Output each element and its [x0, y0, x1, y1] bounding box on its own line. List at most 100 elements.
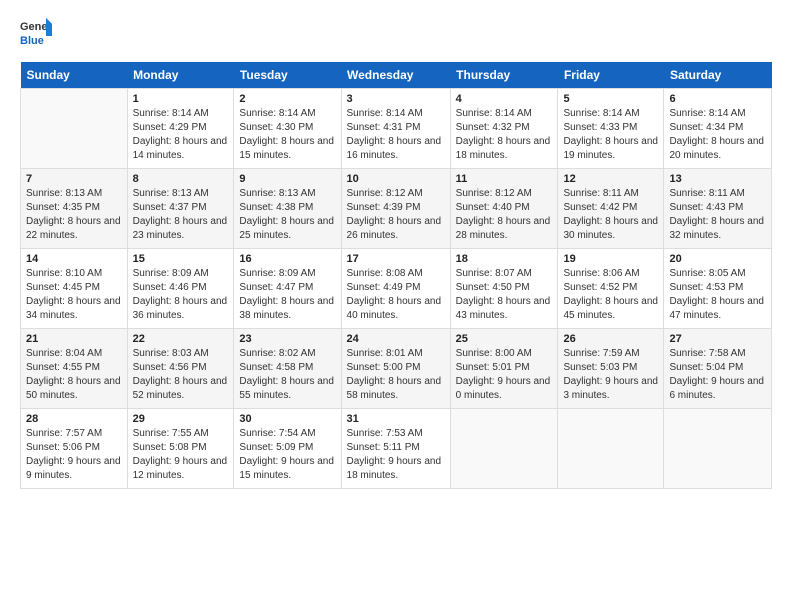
- calendar-cell: 20 Sunrise: 8:05 AMSunset: 4:53 PMDayligh…: [664, 249, 772, 329]
- calendar-cell: 16 Sunrise: 8:09 AMSunset: 4:47 PMDayligh…: [234, 249, 341, 329]
- calendar-cell: 8 Sunrise: 8:13 AMSunset: 4:37 PMDaylight…: [127, 169, 234, 249]
- day-number: 26: [563, 333, 658, 345]
- day-info: Sunrise: 8:14 AMSunset: 4:32 PMDaylight:…: [456, 107, 553, 163]
- calendar-cell: 15Sunrise: 8:09 AMSunset: 4:46 PMDayligh…: [127, 249, 234, 329]
- day-info: Sunrise: 8:13 AMSunset: 4:35 PMDaylight:…: [26, 187, 122, 243]
- day-number: 17: [347, 253, 445, 265]
- week-row-4: 21 Sunrise: 8:04 AMSunset: 4:55 PMDayligh…: [21, 329, 772, 409]
- day-info: Sunrise: 8:14 AMSunset: 4:31 PMDaylight:…: [347, 107, 445, 163]
- day-info: Sunrise: 8:04 AMSunset: 4:55 PMDaylight:…: [26, 347, 122, 403]
- day-number: 22: [133, 333, 229, 345]
- calendar-cell: 4 Sunrise: 8:14 AMSunset: 4:32 PMDaylight…: [450, 89, 558, 169]
- calendar-cell: 1 Sunrise: 8:14 AMSunset: 4:29 PMDaylight…: [127, 89, 234, 169]
- day-info: Sunrise: 8:14 AMSunset: 4:29 PMDaylight:…: [133, 107, 229, 163]
- calendar-cell: 6 Sunrise: 8:14 AMSunset: 4:34 PMDaylight…: [664, 89, 772, 169]
- day-info: Sunrise: 8:03 AMSunset: 4:56 PMDaylight:…: [133, 347, 229, 403]
- calendar-cell: 23 Sunrise: 8:02 AMSunset: 4:58 PMDayligh…: [234, 329, 341, 409]
- header: General Blue: [20, 16, 772, 52]
- day-number: 12: [563, 173, 658, 185]
- day-info: Sunrise: 8:10 AMSunset: 4:45 PMDaylight:…: [26, 267, 122, 323]
- day-info: Sunrise: 8:01 AMSunset: 5:00 PMDaylight:…: [347, 347, 445, 403]
- calendar-cell: [664, 409, 772, 489]
- calendar-cell: 18Sunrise: 8:07 AMSunset: 4:50 PMDayligh…: [450, 249, 558, 329]
- calendar-cell: 3 Sunrise: 8:14 AMSunset: 4:31 PMDaylight…: [341, 89, 450, 169]
- day-number: 30: [239, 413, 335, 425]
- svg-text:Blue: Blue: [20, 35, 44, 47]
- calendar-page: General Blue SundayMondayTuesdayWednesda…: [0, 0, 792, 612]
- day-number: 19: [563, 253, 658, 265]
- calendar-cell: [558, 409, 664, 489]
- day-number: 16: [239, 253, 335, 265]
- day-number: 20: [669, 253, 766, 265]
- weekday-header-monday: Monday: [127, 62, 234, 89]
- day-number: 31: [347, 413, 445, 425]
- day-number: 6: [669, 93, 766, 105]
- day-info: Sunrise: 8:09 AMSunset: 4:46 PMDaylight:…: [133, 267, 229, 323]
- day-info: Sunrise: 8:12 AMSunset: 4:40 PMDaylight:…: [456, 187, 553, 243]
- day-number: 21: [26, 333, 122, 345]
- day-info: Sunrise: 7:55 AMSunset: 5:08 PMDaylight:…: [133, 427, 229, 483]
- weekday-header-thursday: Thursday: [450, 62, 558, 89]
- day-info: Sunrise: 7:53 AMSunset: 5:11 PMDaylight:…: [347, 427, 445, 483]
- calendar-cell: 9 Sunrise: 8:13 AMSunset: 4:38 PMDaylight…: [234, 169, 341, 249]
- day-info: Sunrise: 8:14 AMSunset: 4:30 PMDaylight:…: [239, 107, 335, 163]
- day-info: Sunrise: 8:06 AMSunset: 4:52 PMDaylight:…: [563, 267, 658, 323]
- day-info: Sunrise: 8:02 AMSunset: 4:58 PMDaylight:…: [239, 347, 335, 403]
- day-number: 24: [347, 333, 445, 345]
- calendar-table: SundayMondayTuesdayWednesdayThursdayFrid…: [20, 62, 772, 489]
- day-info: Sunrise: 8:11 AMSunset: 4:42 PMDaylight:…: [563, 187, 658, 243]
- calendar-cell: 17 Sunrise: 8:08 AMSunset: 4:49 PMDayligh…: [341, 249, 450, 329]
- calendar-cell: 22 Sunrise: 8:03 AMSunset: 4:56 PMDayligh…: [127, 329, 234, 409]
- day-number: 1: [133, 93, 229, 105]
- day-info: Sunrise: 8:13 AMSunset: 4:38 PMDaylight:…: [239, 187, 335, 243]
- day-number: 9: [239, 173, 335, 185]
- day-info: Sunrise: 8:13 AMSunset: 4:37 PMDaylight:…: [133, 187, 229, 243]
- calendar-cell: 19 Sunrise: 8:06 AMSunset: 4:52 PMDayligh…: [558, 249, 664, 329]
- calendar-cell: 29 Sunrise: 7:55 AMSunset: 5:08 PMDayligh…: [127, 409, 234, 489]
- day-number: 14: [26, 253, 122, 265]
- day-info: Sunrise: 8:09 AMSunset: 4:47 PMDaylight:…: [239, 267, 335, 323]
- calendar-cell: [450, 409, 558, 489]
- calendar-cell: 14 Sunrise: 8:10 AMSunset: 4:45 PMDayligh…: [21, 249, 128, 329]
- calendar-cell: 26Sunrise: 7:59 AMSunset: 5:03 PMDayligh…: [558, 329, 664, 409]
- weekday-header-sunday: Sunday: [21, 62, 128, 89]
- day-info: Sunrise: 7:57 AMSunset: 5:06 PMDaylight:…: [26, 427, 122, 483]
- weekday-header-saturday: Saturday: [664, 62, 772, 89]
- calendar-cell: 11Sunrise: 8:12 AMSunset: 4:40 PMDayligh…: [450, 169, 558, 249]
- day-number: 5: [563, 93, 658, 105]
- day-info: Sunrise: 7:54 AMSunset: 5:09 PMDaylight:…: [239, 427, 335, 483]
- calendar-cell: 21 Sunrise: 8:04 AMSunset: 4:55 PMDayligh…: [21, 329, 128, 409]
- day-number: 8: [133, 173, 229, 185]
- day-info: Sunrise: 8:14 AMSunset: 4:34 PMDaylight:…: [669, 107, 766, 163]
- calendar-cell: 27Sunrise: 7:58 AMSunset: 5:04 PMDayligh…: [664, 329, 772, 409]
- day-number: 4: [456, 93, 553, 105]
- calendar-cell: 12 Sunrise: 8:11 AMSunset: 4:42 PMDayligh…: [558, 169, 664, 249]
- weekday-header-tuesday: Tuesday: [234, 62, 341, 89]
- calendar-cell: 25Sunrise: 8:00 AMSunset: 5:01 PMDayligh…: [450, 329, 558, 409]
- day-number: 29: [133, 413, 229, 425]
- day-number: 2: [239, 93, 335, 105]
- calendar-cell: 28 Sunrise: 7:57 AMSunset: 5:06 PMDayligh…: [21, 409, 128, 489]
- calendar-cell: 24 Sunrise: 8:01 AMSunset: 5:00 PMDayligh…: [341, 329, 450, 409]
- calendar-cell: 13Sunrise: 8:11 AMSunset: 4:43 PMDayligh…: [664, 169, 772, 249]
- day-number: 23: [239, 333, 335, 345]
- day-number: 13: [669, 173, 766, 185]
- week-row-3: 14 Sunrise: 8:10 AMSunset: 4:45 PMDayligh…: [21, 249, 772, 329]
- calendar-cell: 10Sunrise: 8:12 AMSunset: 4:39 PMDayligh…: [341, 169, 450, 249]
- weekday-header-friday: Friday: [558, 62, 664, 89]
- day-number: 7: [26, 173, 122, 185]
- day-number: 3: [347, 93, 445, 105]
- day-info: Sunrise: 8:07 AMSunset: 4:50 PMDaylight:…: [456, 267, 553, 323]
- weekday-header-row: SundayMondayTuesdayWednesdayThursdayFrid…: [21, 62, 772, 89]
- calendar-cell: 2 Sunrise: 8:14 AMSunset: 4:30 PMDaylight…: [234, 89, 341, 169]
- day-info: Sunrise: 8:05 AMSunset: 4:53 PMDaylight:…: [669, 267, 766, 323]
- day-info: Sunrise: 7:58 AMSunset: 5:04 PMDaylight:…: [669, 347, 766, 403]
- day-number: 25: [456, 333, 553, 345]
- day-number: 10: [347, 173, 445, 185]
- day-number: 28: [26, 413, 122, 425]
- logo-triangle-icon: General Blue: [20, 16, 52, 52]
- calendar-cell: [21, 89, 128, 169]
- day-info: Sunrise: 8:08 AMSunset: 4:49 PMDaylight:…: [347, 267, 445, 323]
- week-row-2: 7 Sunrise: 8:13 AMSunset: 4:35 PMDaylight…: [21, 169, 772, 249]
- logo: General Blue: [20, 16, 52, 52]
